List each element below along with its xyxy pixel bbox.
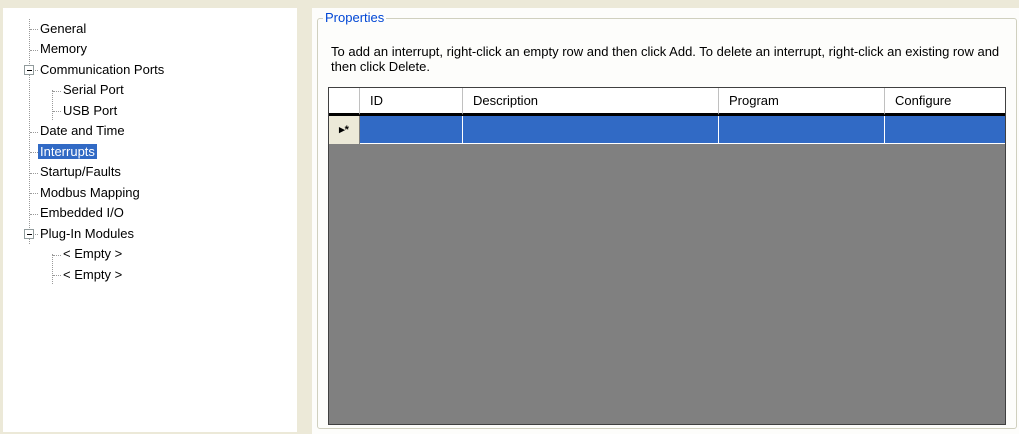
properties-panel: Properties To add an interrupt, right-cl… xyxy=(312,8,1019,434)
table-row-new[interactable]: ▸* xyxy=(329,116,1005,144)
tree-item-label: USB Port xyxy=(63,103,118,118)
tree-item-empty-slot[interactable]: < Empty > xyxy=(61,266,124,284)
tree-item-memory[interactable]: Memory xyxy=(38,40,89,58)
tree-item-date-and-time[interactable]: Date and Time xyxy=(38,122,127,140)
collapse-icon[interactable] xyxy=(24,229,34,239)
tree-item-label: General xyxy=(40,21,87,36)
tree-connector xyxy=(53,91,61,92)
tree-connector xyxy=(30,132,38,133)
tree-item-label: < Empty > xyxy=(63,267,123,282)
tree-item-label: Serial Port xyxy=(63,82,124,97)
tree-item-label: Date and Time xyxy=(40,123,125,138)
collapse-icon[interactable] xyxy=(24,65,34,75)
tree-connector xyxy=(30,50,38,51)
column-header-id[interactable]: ID xyxy=(360,88,463,115)
tree-item-empty-slot[interactable]: < Empty > xyxy=(61,245,124,263)
interrupts-grid[interactable]: ID Description Program Configure ▸* xyxy=(328,87,1006,425)
tree-connector xyxy=(30,193,38,194)
cell-id[interactable] xyxy=(360,116,463,144)
tree-item-label: Interrupts xyxy=(38,144,97,159)
tree-item-communication-ports[interactable]: Communication Ports xyxy=(38,61,166,79)
tree-connector xyxy=(30,29,38,30)
grid-corner-header xyxy=(329,88,360,115)
tree-item-modbus-mapping[interactable]: Modbus Mapping xyxy=(38,184,142,202)
tree-item-embedded-io[interactable]: Embedded I/O xyxy=(38,204,126,222)
tree-item-startup-faults[interactable]: Startup/Faults xyxy=(38,163,123,181)
new-row-marker-icon[interactable]: ▸* xyxy=(329,116,360,144)
tree-connector xyxy=(52,90,53,120)
tree-connector xyxy=(53,255,61,256)
tree-item-label: < Empty > xyxy=(63,246,123,261)
tree-connector xyxy=(30,173,38,174)
tree-item-label: Embedded I/O xyxy=(40,205,124,220)
tree-item-interrupts[interactable]: Interrupts xyxy=(38,143,97,161)
tree-item-label: Modbus Mapping xyxy=(40,185,140,200)
grid-header-row: ID Description Program Configure xyxy=(329,88,1005,116)
tree-item-label: Communication Ports xyxy=(40,62,165,77)
column-header-description[interactable]: Description xyxy=(463,88,719,115)
tree-view[interactable]: General Memory Communication Ports Seria… xyxy=(3,8,297,432)
properties-title: Properties xyxy=(323,10,387,26)
tree-item-plug-in-modules[interactable]: Plug-In Modules xyxy=(38,225,136,243)
column-header-configure[interactable]: Configure xyxy=(885,88,1005,115)
column-header-program[interactable]: Program xyxy=(719,88,885,115)
tree-connector xyxy=(53,275,61,276)
tree-connector xyxy=(30,152,38,153)
tree-connector xyxy=(52,254,53,284)
tree-item-label: Plug-In Modules xyxy=(40,226,134,241)
tree-item-usb-port[interactable]: USB Port xyxy=(61,102,119,120)
tree-connector xyxy=(53,111,61,112)
cell-description[interactable] xyxy=(463,116,719,144)
tree-item-serial-port[interactable]: Serial Port xyxy=(61,81,126,99)
properties-description: To add an interrupt, right-click an empt… xyxy=(331,44,1000,74)
cell-program[interactable] xyxy=(719,116,885,144)
tree-item-label: Startup/Faults xyxy=(40,164,121,179)
cell-configure[interactable] xyxy=(885,116,1005,144)
tree-item-label: Memory xyxy=(40,41,87,56)
tree-connector xyxy=(30,214,38,215)
tree-item-general[interactable]: General xyxy=(38,20,88,38)
